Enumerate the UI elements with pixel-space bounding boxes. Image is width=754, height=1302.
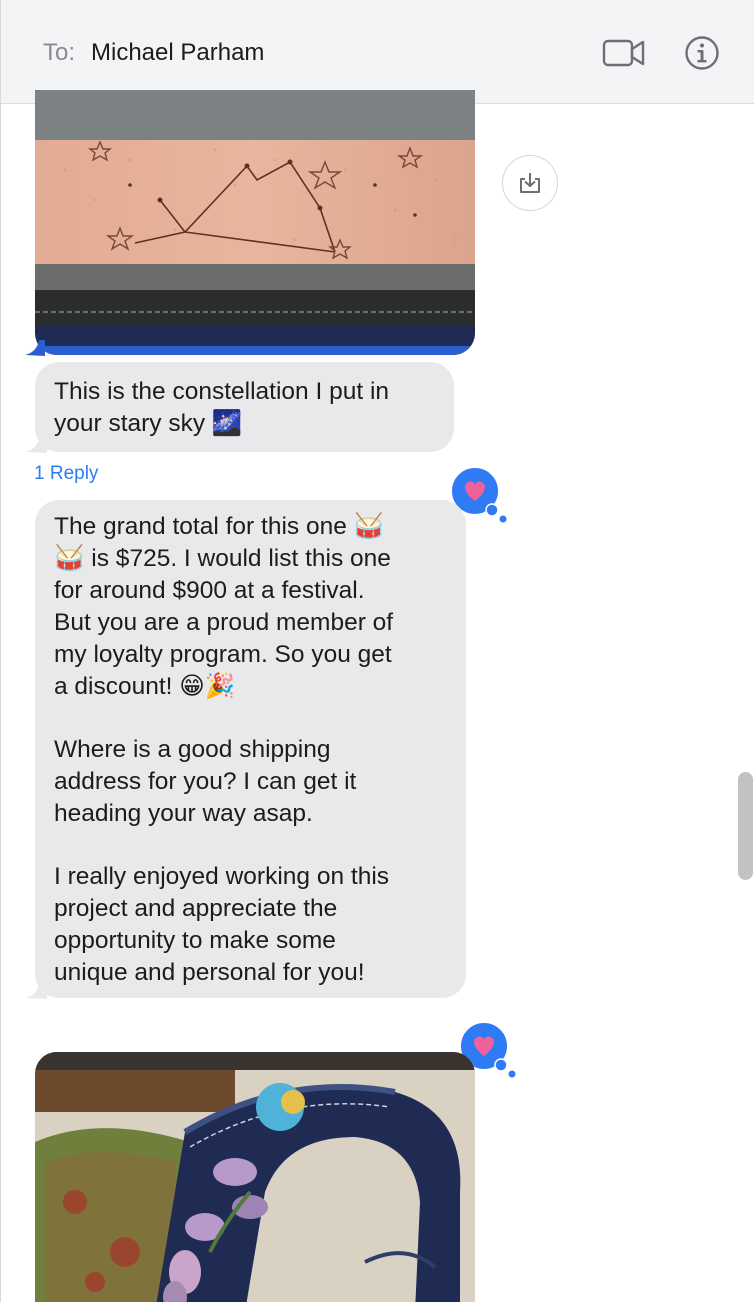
message-line: address for you? I can get it bbox=[54, 768, 357, 795]
message-line: my loyalty program. So you get bbox=[54, 641, 392, 668]
message-bubble-received[interactable]: This is the constellation I put in your … bbox=[35, 362, 454, 452]
bubble-tail bbox=[25, 979, 47, 999]
message-line: 🥁 is $725. I would list this one bbox=[54, 545, 391, 572]
bubble-tail bbox=[25, 433, 47, 453]
message-line: But you are a proud member of bbox=[54, 609, 394, 636]
message-line: This is the constellation I put in bbox=[54, 378, 390, 405]
message-line: project and appreciate the bbox=[54, 895, 338, 922]
guitar-strap-photo[interactable] bbox=[35, 1052, 475, 1302]
message-line: The grand total for this one 🥁 bbox=[54, 513, 385, 540]
message-line: heading your way asap. bbox=[54, 800, 313, 827]
constellation-photo[interactable] bbox=[35, 90, 475, 355]
save-download-icon[interactable] bbox=[502, 155, 558, 211]
paragraph-break bbox=[54, 703, 446, 734]
recipient-name[interactable]: Michael Parham bbox=[91, 39, 264, 67]
message-line: Where is a good shipping bbox=[54, 736, 331, 763]
message-line: a discount! 😁🎉 bbox=[54, 673, 236, 700]
paragraph-break bbox=[54, 830, 446, 861]
message-line: opportunity to make some bbox=[54, 927, 336, 954]
message-line: I really enjoyed working on this bbox=[54, 863, 390, 890]
bubble-tail bbox=[25, 340, 45, 356]
to-label: To: bbox=[43, 39, 76, 66]
message-line: unique and personal for you! bbox=[54, 959, 365, 986]
reply-thread-link[interactable]: 1 Reply bbox=[34, 463, 98, 485]
message-bubble-received[interactable]: The grand total for this one 🥁 🥁 is $725… bbox=[35, 500, 466, 998]
message-line: your stary sky 🌌 bbox=[54, 410, 243, 437]
scrollbar-thumb[interactable] bbox=[738, 772, 753, 880]
conversation-header: To: Michael Parham bbox=[1, 0, 754, 104]
message-line: for around $900 at a festival. bbox=[54, 577, 365, 604]
messages-window: To: Michael Parham This is the constella… bbox=[0, 0, 754, 1302]
video-camera-icon[interactable] bbox=[601, 36, 647, 70]
info-icon[interactable] bbox=[684, 35, 720, 71]
